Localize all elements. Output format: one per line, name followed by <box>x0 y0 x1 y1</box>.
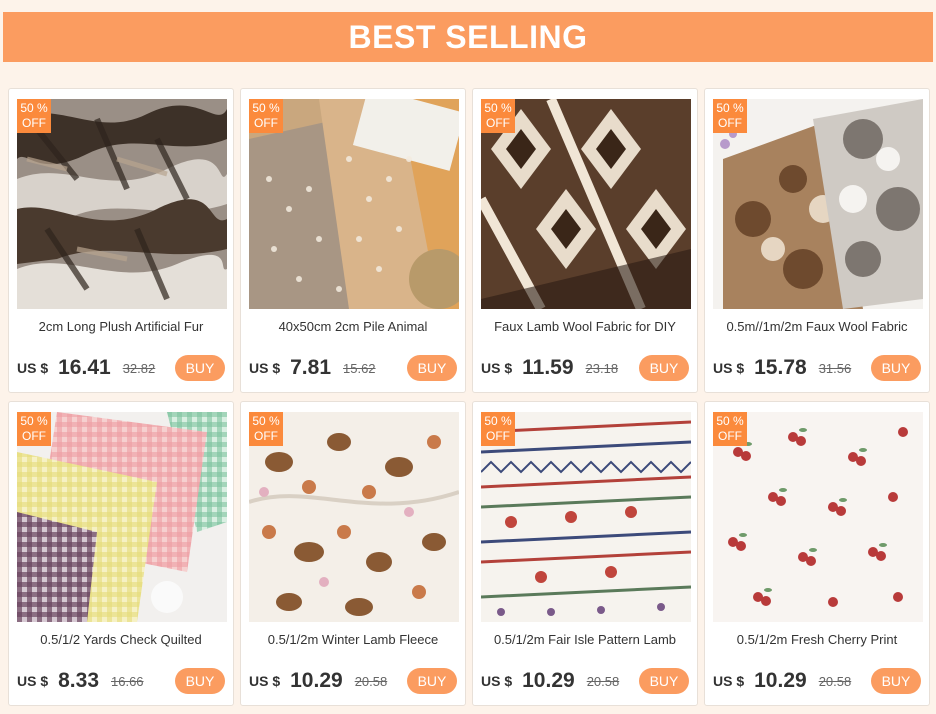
discount-badge: 50 % OFF <box>249 412 283 446</box>
product-card[interactable]: 50 % OFF 40x50cm 2cm Pile Animal US $ 7.… <box>240 88 466 393</box>
discount-badge: 50 % OFF <box>481 99 515 133</box>
product-title[interactable]: 0.5/1/2m Winter Lamb Fleece <box>247 632 459 647</box>
price-row: US $ 10.29 20.58 BUY <box>713 666 921 696</box>
product-image-tiger-fur[interactable]: 50 % OFF <box>17 99 227 309</box>
original-price: 20.58 <box>354 673 388 689</box>
product-title[interactable]: 0.5/1/2m Fresh Cherry Print <box>711 632 923 647</box>
badge-off: OFF <box>718 429 742 443</box>
original-price: 20.58 <box>818 673 852 689</box>
product-card[interactable]: 50 % OFF 0.5/1/2 Yards Check Quilted US … <box>8 401 234 706</box>
product-title[interactable]: 0.5/1/2 Yards Check Quilted <box>15 632 227 647</box>
currency-label: US $ <box>481 673 513 689</box>
sale-price: 11.59 <box>522 356 574 379</box>
product-card[interactable]: 50 % OFF 0.5/1/2m Fresh Cherry Print US … <box>704 401 930 706</box>
product-title[interactable]: 0.5/1/2m Fair Isle Pattern Lamb <box>479 632 691 647</box>
discount-badge: 50 % OFF <box>713 412 747 446</box>
product-card[interactable]: 50 % OFF 0.5m//1m/2m Faux Wool Fabric US… <box>704 88 930 393</box>
currency-label: US $ <box>249 360 281 376</box>
buy-button[interactable]: BUY <box>407 668 457 694</box>
product-title[interactable]: Faux Lamb Wool Fabric for DIY <box>479 319 691 334</box>
buy-button[interactable]: BUY <box>175 668 225 694</box>
discount-badge: 50 % OFF <box>713 99 747 133</box>
price-row: US $ 16.41 32.82 BUY <box>17 353 225 383</box>
original-price: 15.62 <box>343 360 376 376</box>
buy-button[interactable]: BUY <box>871 355 921 381</box>
product-title[interactable]: 0.5m//1m/2m Faux Wool Fabric <box>711 319 923 334</box>
product-grid: 50 % OFF 2cm Long Plush Artificial Fur U… <box>8 88 930 706</box>
badge-off: OFF <box>254 429 278 443</box>
badge-off: OFF <box>22 429 46 443</box>
currency-label: US $ <box>481 360 513 376</box>
discount-badge: 50 % OFF <box>17 412 51 446</box>
product-image-bakery-fleece[interactable]: 50 % OFF <box>249 412 459 622</box>
product-image-fair-isle[interactable]: 50 % OFF <box>481 412 691 622</box>
sale-price: 10.29 <box>754 669 807 692</box>
badge-percent: 50 % <box>20 101 48 115</box>
product-card[interactable]: 50 % OFF 0.5/1/2m Fair Isle Pattern Lamb… <box>472 401 698 706</box>
sale-price: 16.41 <box>58 356 111 379</box>
product-image-deer-plush[interactable]: 50 % OFF <box>249 99 459 309</box>
banner-title: BEST SELLING <box>348 18 588 55</box>
price-row: US $ 8.33 16.66 BUY <box>17 666 225 696</box>
price-row: US $ 10.29 20.58 BUY <box>481 666 689 696</box>
original-price: 32.82 <box>122 360 156 376</box>
sale-price: 10.29 <box>522 669 575 692</box>
original-price: 20.58 <box>586 673 620 689</box>
badge-percent: 50 % <box>716 414 744 428</box>
price-row: US $ 10.29 20.58 BUY <box>249 666 457 696</box>
buy-button[interactable]: BUY <box>639 668 689 694</box>
product-card[interactable]: 50 % OFF Faux Lamb Wool Fabric for DIY U… <box>472 88 698 393</box>
discount-badge: 50 % OFF <box>481 412 515 446</box>
badge-percent: 50 % <box>484 101 512 115</box>
badge-percent: 50 % <box>252 414 280 428</box>
buy-button[interactable]: BUY <box>639 355 689 381</box>
product-title[interactable]: 2cm Long Plush Artificial Fur <box>15 319 227 334</box>
sale-price: 10.29 <box>290 669 343 692</box>
badge-percent: 50 % <box>484 414 512 428</box>
price-row: US $ 7.81 15.62 BUY <box>249 353 457 383</box>
sale-price: 7.81 <box>290 356 331 379</box>
currency-label: US $ <box>713 360 745 376</box>
discount-badge: 50 % OFF <box>17 99 51 133</box>
sale-price: 15.78 <box>754 356 807 379</box>
badge-off: OFF <box>254 116 278 130</box>
sale-price: 8.33 <box>58 669 99 692</box>
badge-percent: 50 % <box>716 101 744 115</box>
badge-off: OFF <box>486 429 510 443</box>
currency-label: US $ <box>713 673 745 689</box>
buy-button[interactable]: BUY <box>175 355 225 381</box>
discount-badge: 50 % OFF <box>249 99 283 133</box>
currency-label: US $ <box>249 673 281 689</box>
product-image-gingham[interactable]: 50 % OFF <box>17 412 227 622</box>
original-price: 31.56 <box>818 360 852 376</box>
badge-percent: 50 % <box>252 101 280 115</box>
badge-percent: 50 % <box>20 414 48 428</box>
product-image-cherry-fleece[interactable]: 50 % OFF <box>713 412 923 622</box>
best-selling-banner: BEST SELLING <box>3 12 933 62</box>
currency-label: US $ <box>17 673 49 689</box>
badge-off: OFF <box>22 116 46 130</box>
badge-off: OFF <box>718 116 742 130</box>
currency-label: US $ <box>17 360 49 376</box>
product-card[interactable]: 50 % OFF 0.5/1/2m Winter Lamb Fleece US … <box>240 401 466 706</box>
buy-button[interactable]: BUY <box>407 355 457 381</box>
original-price: 16.66 <box>111 673 144 689</box>
badge-off: OFF <box>486 116 510 130</box>
product-card[interactable]: 50 % OFF 2cm Long Plush Artificial Fur U… <box>8 88 234 393</box>
buy-button[interactable]: BUY <box>871 668 921 694</box>
product-title[interactable]: 40x50cm 2cm Pile Animal <box>247 319 459 334</box>
price-row: US $ 15.78 31.56 BUY <box>713 353 921 383</box>
product-image-argyle-wool[interactable]: 50 % OFF <box>481 99 691 309</box>
product-image-camo-sherpa[interactable]: 50 % OFF <box>713 99 923 309</box>
original-price: 23.18 <box>585 360 619 376</box>
price-row: US $ 11.59 23.18 BUY <box>481 353 689 383</box>
